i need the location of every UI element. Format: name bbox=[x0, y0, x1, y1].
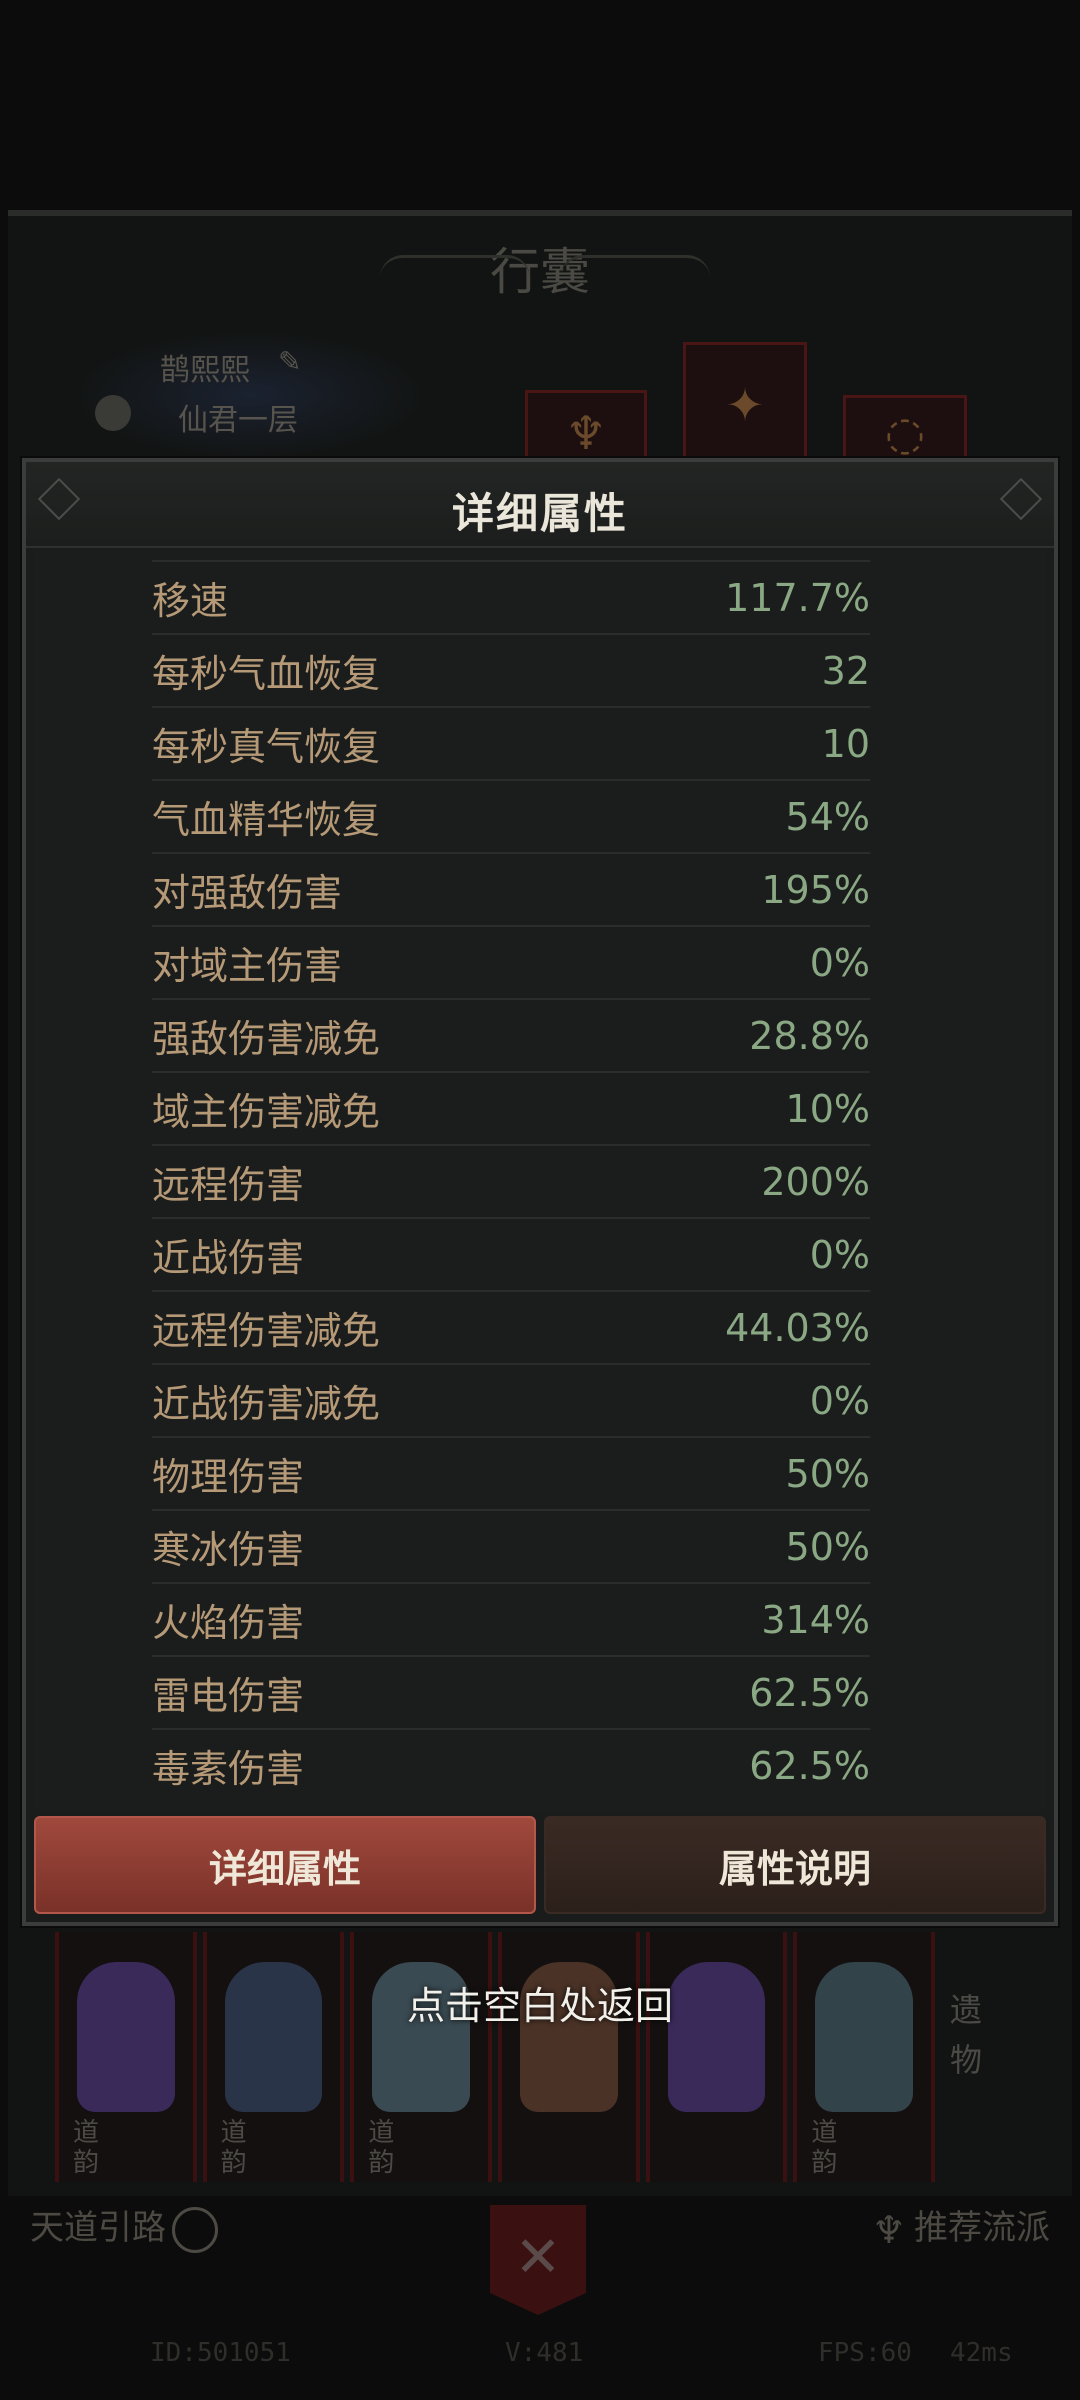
lantern-icon: ♆ bbox=[565, 406, 607, 460]
heaven-guide-button[interactable]: 天道引路 bbox=[30, 2200, 218, 2253]
stat-row: 近战伤害减免 0% bbox=[152, 1363, 870, 1436]
stat-value: 0% bbox=[809, 1232, 870, 1277]
stat-name: 气血精华恢复 bbox=[152, 798, 381, 842]
stat-value: 10% bbox=[785, 1086, 870, 1131]
swirl-icon bbox=[172, 2206, 218, 2253]
stat-name: 对域主伤害 bbox=[152, 944, 343, 988]
crossed-swords-emblem[interactable]: ✕ bbox=[490, 2205, 586, 2315]
category-tag: 道 韵 bbox=[368, 2118, 395, 2178]
stat-value: 54% bbox=[785, 794, 870, 839]
stat-value: 62.5% bbox=[749, 1670, 870, 1715]
necklace-icon: ◌ bbox=[884, 406, 926, 460]
stat-row: 毒素伤害 62.5% bbox=[152, 1728, 870, 1801]
status-version: V:481 bbox=[505, 2338, 584, 2368]
stat-row: 每秒真气恢复 10 bbox=[152, 706, 870, 779]
edit-pen-icon[interactable]: ✎ bbox=[278, 345, 301, 378]
stat-value: 62.5% bbox=[749, 1743, 870, 1788]
category-cell-5[interactable] bbox=[645, 1932, 788, 2182]
crossed-swords-icon: ✕ bbox=[514, 2225, 562, 2290]
stat-row: 气血精华恢复 54% bbox=[152, 779, 870, 852]
stat-name: 毒素伤害 bbox=[152, 1747, 305, 1791]
recommend-build-label: 推荐流派 bbox=[914, 2208, 1050, 2248]
stat-name: 寒冰伤害 bbox=[152, 1528, 305, 1572]
stat-value: 50% bbox=[785, 1524, 870, 1569]
stat-value: 28.8% bbox=[749, 1013, 870, 1058]
stat-row: 物理伤害 50% bbox=[152, 1436, 870, 1509]
stat-row: 远程伤害 200% bbox=[152, 1144, 870, 1217]
popup-tab-bar: 详细属性 属性说明 bbox=[34, 1816, 1046, 1914]
stat-name: 雷电伤害 bbox=[152, 1674, 305, 1718]
category-tag: 道 韵 bbox=[220, 2118, 247, 2178]
stat-name: 物理伤害 bbox=[152, 1455, 305, 1499]
stat-row: 对强敌伤害 195% bbox=[152, 852, 870, 925]
phoenix-icon: ✦ bbox=[725, 378, 765, 432]
trident-icon: ♆ bbox=[871, 2207, 906, 2252]
bag-title: 行囊 bbox=[490, 243, 590, 301]
status-fps: FPS:60 bbox=[818, 2338, 912, 2368]
stat-row: 火焰伤害 314% bbox=[152, 1582, 870, 1655]
heaven-guide-label: 天道引路 bbox=[30, 2208, 166, 2248]
stat-name: 火焰伤害 bbox=[152, 1601, 305, 1645]
category-cell-3[interactable]: 道 韵 bbox=[350, 1932, 493, 2182]
status-id: ID:501051 bbox=[150, 2338, 291, 2368]
stat-row: 每秒气血恢复 32 bbox=[152, 633, 870, 706]
stat-value: 195% bbox=[761, 867, 870, 912]
stat-row: 远程伤害减免 44.03% bbox=[152, 1290, 870, 1363]
stat-value: 117.7% bbox=[725, 575, 870, 620]
stat-value: 44.03% bbox=[725, 1305, 870, 1350]
stats-scroll-panel[interactable]: 移速 117.7% 每秒气血恢复 32 每秒真气恢复 10 气血精华恢复 54% 对强敌伤害 19… bbox=[34, 550, 1046, 1810]
popup-header: 详细属性 bbox=[26, 462, 1054, 548]
stat-row: 强敌伤害减免 28.8% bbox=[152, 998, 870, 1071]
stat-row: 对域主伤害 0% bbox=[152, 925, 870, 998]
stat-name: 远程伤害减免 bbox=[152, 1309, 381, 1353]
title-ornament-right bbox=[560, 255, 710, 278]
tab-detail-attributes[interactable]: 详细属性 bbox=[34, 1816, 536, 1914]
stat-name: 对强敌伤害 bbox=[152, 871, 343, 915]
stat-name: 强敌伤害减免 bbox=[152, 1017, 381, 1061]
stat-name: 近战伤害 bbox=[152, 1236, 305, 1280]
recommend-build-button[interactable]: ♆ 推荐流派 bbox=[872, 2200, 1050, 2252]
stat-value: 314% bbox=[761, 1597, 870, 1642]
category-cell-1[interactable]: 道 韵 bbox=[55, 1932, 197, 2182]
popup-title: 详细属性 bbox=[451, 489, 628, 538]
player-rank: 仙君一层 bbox=[178, 403, 298, 438]
stat-name: 域主伤害减免 bbox=[152, 1090, 381, 1134]
detail-attributes-popup: 详细属性 移速 117.7% 每秒气血恢复 32 每秒真气恢复 10 气血精华恢复 54% 对强… bbox=[22, 458, 1058, 1926]
category-strip: 道 韵 道 韵 道 韵 道 韵 bbox=[55, 1932, 936, 2182]
stat-row: 近战伤害 0% bbox=[152, 1217, 870, 1290]
player-name[interactable]: 鹊熙熙 bbox=[160, 345, 250, 389]
category-cell-2[interactable]: 道 韵 bbox=[202, 1932, 345, 2182]
stat-value: 10 bbox=[821, 721, 870, 766]
stat-value: 0% bbox=[809, 1378, 870, 1423]
rank-icon bbox=[95, 395, 131, 431]
stat-value: 0% bbox=[809, 940, 870, 985]
equip-slot-phoenix[interactable]: ✦ bbox=[683, 342, 807, 468]
stat-row: 雷电伤害 62.5% bbox=[152, 1655, 870, 1728]
stat-name: 移速 bbox=[152, 579, 229, 623]
stat-row: 移速 117.7% bbox=[152, 560, 870, 633]
category-tag: 道 韵 bbox=[73, 2118, 100, 2178]
stat-name: 近战伤害减免 bbox=[152, 1382, 381, 1426]
stat-row: 域主伤害减免 10% bbox=[152, 1071, 870, 1144]
status-ping: 42ms bbox=[950, 2338, 1013, 2368]
category-tag: 道 韵 bbox=[811, 2118, 838, 2178]
stat-value: 200% bbox=[761, 1159, 870, 1204]
title-ornament-left bbox=[380, 255, 530, 278]
stat-name: 每秒气血恢复 bbox=[152, 652, 381, 696]
category-cell-4[interactable] bbox=[498, 1932, 640, 2182]
stat-value: 32 bbox=[821, 648, 870, 693]
stats-list: 移速 117.7% 每秒气血恢复 32 每秒真气恢复 10 气血精华恢复 54% 对强敌伤害 19… bbox=[152, 560, 870, 1801]
stat-row: 寒冰伤害 50% bbox=[152, 1509, 870, 1582]
stat-name: 远程伤害 bbox=[152, 1163, 305, 1207]
stat-name: 每秒真气恢复 bbox=[152, 725, 381, 769]
stat-value: 50% bbox=[785, 1451, 870, 1496]
category-cell-6[interactable]: 道 韵 bbox=[793, 1932, 936, 2182]
tap-blank-to-return-hint[interactable]: 点击空白处返回 bbox=[0, 1975, 1080, 2030]
tab-attribute-description[interactable]: 属性说明 bbox=[544, 1816, 1046, 1914]
